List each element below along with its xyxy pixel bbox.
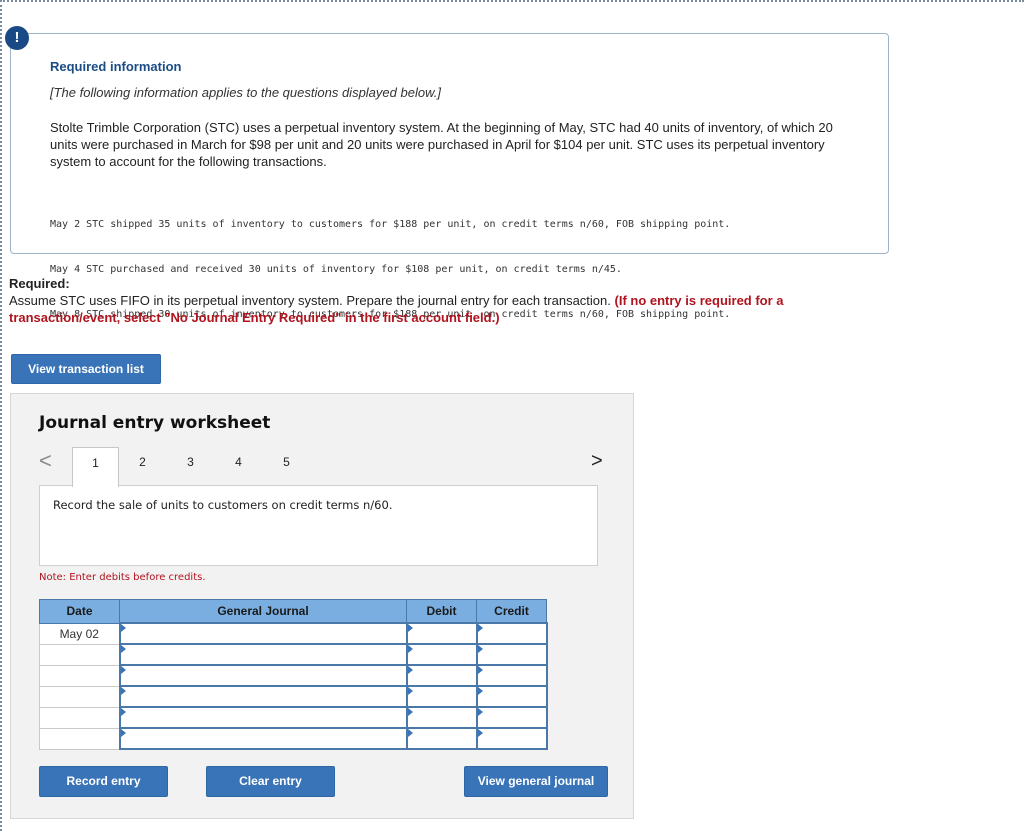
view-general-journal-button[interactable]: View general journal bbox=[464, 766, 608, 797]
info-paragraph: Stolte Trimble Corporation (STC) uses a … bbox=[50, 120, 833, 169]
required-heading: Required: bbox=[9, 276, 70, 291]
credit-field[interactable] bbox=[475, 727, 548, 750]
debit-field[interactable] bbox=[405, 727, 478, 750]
debit-field[interactable] bbox=[405, 706, 478, 729]
credit-field[interactable] bbox=[475, 643, 548, 666]
table-row bbox=[39, 664, 548, 687]
table-row bbox=[39, 643, 548, 666]
account-field[interactable] bbox=[118, 685, 408, 708]
credit-field[interactable] bbox=[475, 706, 548, 729]
exclamation-icon: ! bbox=[5, 26, 29, 50]
column-header-credit: Credit bbox=[476, 599, 547, 624]
required-text: Assume STC uses FIFO in its perpetual in… bbox=[9, 293, 611, 308]
info-title: Required information bbox=[50, 59, 182, 74]
journal-entry-worksheet: Journal entry worksheet < 1 2 3 4 5 > Re… bbox=[10, 393, 634, 819]
transaction-list: May 2 STC shipped 35 units of inventory … bbox=[50, 187, 730, 352]
view-transaction-list-button[interactable]: View transaction list bbox=[11, 354, 161, 384]
debit-field[interactable] bbox=[405, 664, 478, 687]
credit-field[interactable] bbox=[475, 622, 548, 645]
account-field[interactable] bbox=[118, 622, 408, 645]
info-subtitle: [The following information applies to th… bbox=[50, 85, 441, 100]
chevron-left-icon[interactable]: < bbox=[39, 449, 53, 473]
date-cell bbox=[39, 685, 120, 708]
table-row bbox=[39, 706, 548, 729]
tab-4[interactable]: 4 bbox=[215, 447, 262, 485]
record-entry-button[interactable]: Record entry bbox=[39, 766, 168, 797]
date-cell bbox=[39, 664, 120, 687]
account-field[interactable] bbox=[118, 664, 408, 687]
table-row: May 02 bbox=[39, 622, 548, 645]
table-row bbox=[39, 685, 548, 708]
date-cell bbox=[39, 706, 120, 729]
column-header-general-journal: General Journal bbox=[119, 599, 407, 624]
debit-field[interactable] bbox=[405, 622, 478, 645]
tab-2[interactable]: 2 bbox=[119, 447, 166, 485]
page-border-top bbox=[0, 0, 1024, 2]
column-header-date: Date bbox=[39, 599, 120, 624]
chevron-right-icon[interactable]: > bbox=[591, 449, 605, 473]
debit-field[interactable] bbox=[405, 643, 478, 666]
table-row bbox=[39, 727, 548, 750]
required-information-box: Required information [The following info… bbox=[10, 33, 889, 320]
account-field[interactable] bbox=[118, 643, 408, 666]
page-border-left bbox=[0, 0, 2, 831]
debit-field[interactable] bbox=[405, 685, 478, 708]
clear-entry-button[interactable]: Clear entry bbox=[206, 766, 335, 797]
date-cell: May 02 bbox=[39, 622, 120, 645]
credit-field[interactable] bbox=[475, 685, 548, 708]
table-header-row: Date General Journal Debit Credit bbox=[39, 599, 547, 624]
tab-3[interactable]: 3 bbox=[167, 447, 214, 485]
account-field[interactable] bbox=[118, 727, 408, 750]
account-field[interactable] bbox=[118, 706, 408, 729]
general-journal-table: Date General Journal Debit Credit May 02 bbox=[39, 599, 548, 750]
transaction-prompt-box: Record the sale of units to customers on… bbox=[39, 485, 598, 566]
date-cell bbox=[39, 727, 120, 750]
tab-5[interactable]: 5 bbox=[263, 447, 310, 485]
date-cell bbox=[39, 643, 120, 666]
debits-note: Note: Enter debits before credits. bbox=[39, 572, 206, 583]
transaction-prompt: Record the sale of units to customers on… bbox=[53, 498, 393, 512]
credit-field[interactable] bbox=[475, 664, 548, 687]
required-instructions: Assume STC uses FIFO in its perpetual in… bbox=[9, 292, 889, 326]
tab-1[interactable]: 1 bbox=[72, 447, 119, 487]
transaction-item: May 4 STC purchased and received 30 unit… bbox=[50, 264, 622, 275]
worksheet-title: Journal entry worksheet bbox=[39, 413, 271, 433]
column-header-debit: Debit bbox=[406, 599, 477, 624]
transaction-item: May 2 STC shipped 35 units of inventory … bbox=[50, 219, 731, 230]
